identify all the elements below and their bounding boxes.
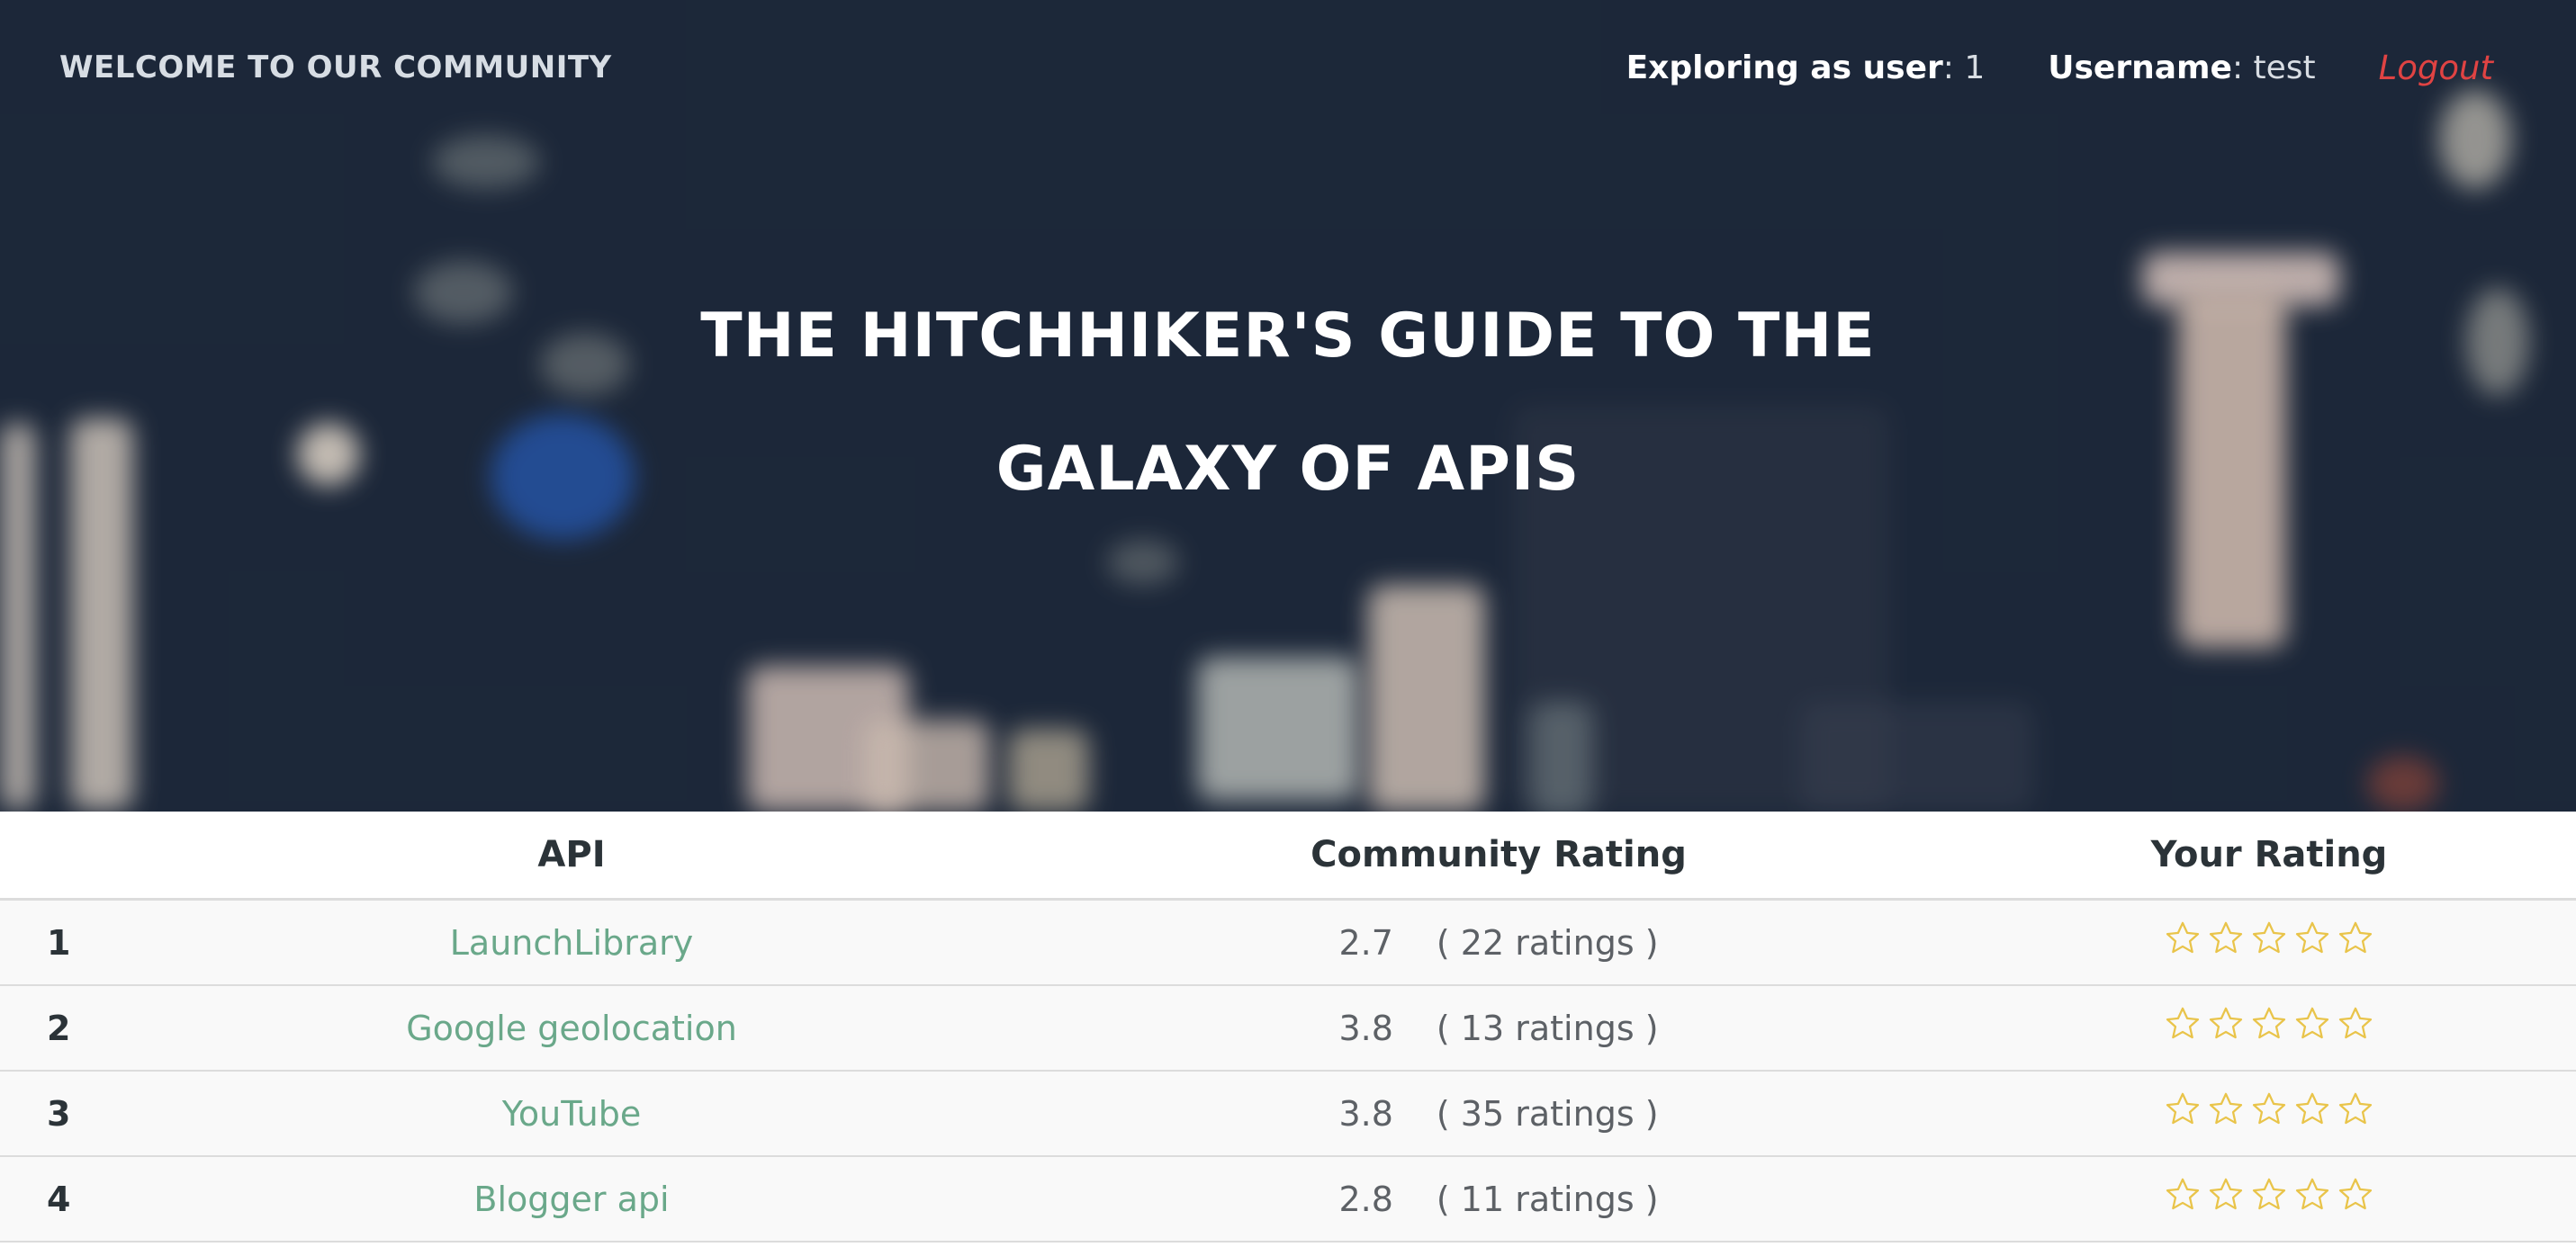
star-icon[interactable] <box>2250 1005 2288 1043</box>
row-number: 3 <box>0 1071 108 1157</box>
column-header-api: API <box>108 812 1035 901</box>
star-icon[interactable] <box>2207 1005 2245 1043</box>
star-icon[interactable] <box>2164 1090 2202 1128</box>
column-header-your-rating: Your Rating <box>1962 812 2576 901</box>
star-icon[interactable] <box>2337 1090 2374 1128</box>
star-icon[interactable] <box>2164 1176 2202 1214</box>
username-value: : test <box>2231 49 2316 86</box>
community-rating-value: 2.8 <box>1338 1179 1393 1219</box>
star-icon[interactable] <box>2293 1005 2331 1043</box>
star-icon[interactable] <box>2207 1090 2245 1128</box>
page-title: THE HITCHHIKER'S GUIDE TO THE GALAXY OF … <box>0 270 2576 536</box>
star-icon[interactable] <box>2250 1090 2288 1128</box>
star-icon[interactable] <box>2293 1176 2331 1214</box>
community-rating-cell: 2.8 ( 11 ratings ) <box>1035 1156 1962 1243</box>
table-header-row: API Community Rating Your Rating <box>0 812 2576 901</box>
community-rating-value: 3.8 <box>1338 1093 1393 1134</box>
rating-count: ( 11 ratings ) <box>1436 1179 1659 1219</box>
table-row: 3 YouTube 3.8 ( 35 ratings ) <box>0 1071 2576 1157</box>
community-rating-value: 2.7 <box>1338 922 1393 963</box>
row-number: 2 <box>0 985 108 1072</box>
api-ratings-table: API Community Rating Your Rating 1 Launch… <box>0 812 2576 1243</box>
api-cell: Google geolocation <box>108 985 1035 1072</box>
table-row: 4 Blogger api 2.8 ( 11 ratings ) <box>0 1156 2576 1243</box>
your-rating-cell <box>1962 899 2576 986</box>
table-row: 1 LaunchLibrary 2.7 ( 22 ratings ) <box>0 899 2576 986</box>
api-link[interactable]: Blogger api <box>473 1180 669 1219</box>
username-display: Username: test <box>2048 49 2315 86</box>
table-row: 2 Google geolocation 3.8 ( 13 ratings ) <box>0 985 2576 1072</box>
your-rating-cell <box>1962 1071 2576 1157</box>
api-cell: Blogger api <box>108 1156 1035 1243</box>
your-rating-cell <box>1962 1156 2576 1243</box>
your-rating-cell <box>1962 985 2576 1072</box>
star-icon[interactable] <box>2337 1005 2374 1043</box>
star-rating-input[interactable] <box>2164 1176 2374 1214</box>
star-rating-input[interactable] <box>2164 920 2374 957</box>
top-navbar: WELCOME TO OUR COMMUNITY Exploring as us… <box>0 0 2576 135</box>
api-link[interactable]: YouTube <box>502 1094 642 1134</box>
star-icon[interactable] <box>2164 920 2202 957</box>
community-rating-cell: 3.8 ( 35 ratings ) <box>1035 1071 1962 1157</box>
rating-count: ( 22 ratings ) <box>1436 922 1659 963</box>
community-rating-value: 3.8 <box>1338 1008 1393 1048</box>
exploring-label: Exploring as user <box>1626 49 1943 86</box>
exploring-as-user: Exploring as user: 1 <box>1626 49 1986 86</box>
star-icon[interactable] <box>2250 1176 2288 1214</box>
exploring-value: : 1 <box>1942 49 1986 86</box>
star-icon[interactable] <box>2293 920 2331 957</box>
community-rating-cell: 2.7 ( 22 ratings ) <box>1035 899 1962 986</box>
brand-title[interactable]: WELCOME TO OUR COMMUNITY <box>59 49 612 85</box>
hero-banner: WELCOME TO OUR COMMUNITY Exploring as us… <box>0 0 2576 812</box>
star-icon[interactable] <box>2207 1176 2245 1214</box>
page-title-line2: GALAXY OF APIS <box>995 434 1581 505</box>
star-icon[interactable] <box>2207 920 2245 957</box>
star-rating-input[interactable] <box>2164 1005 2374 1043</box>
user-meta: Exploring as user: 1 Username: test Logo… <box>1626 49 2517 87</box>
star-icon[interactable] <box>2164 1005 2202 1043</box>
star-icon[interactable] <box>2293 1090 2331 1128</box>
community-rating-cell: 3.8 ( 13 ratings ) <box>1035 985 1962 1072</box>
row-number: 1 <box>0 899 108 986</box>
star-icon[interactable] <box>2337 1176 2374 1214</box>
star-icon[interactable] <box>2337 920 2374 957</box>
username-label: Username <box>2048 49 2232 86</box>
column-header-community-rating: Community Rating <box>1035 812 1962 901</box>
api-link[interactable]: Google geolocation <box>406 1009 737 1048</box>
rating-count: ( 35 ratings ) <box>1436 1093 1659 1134</box>
star-rating-input[interactable] <box>2164 1090 2374 1128</box>
column-header-index <box>0 812 108 901</box>
api-link[interactable]: LaunchLibrary <box>450 923 693 963</box>
api-cell: YouTube <box>108 1071 1035 1157</box>
page-title-line1: THE HITCHHIKER'S GUIDE TO THE <box>700 301 1876 372</box>
logout-link[interactable]: Logout <box>2379 49 2493 87</box>
star-icon[interactable] <box>2250 920 2288 957</box>
rating-count: ( 13 ratings ) <box>1436 1008 1659 1048</box>
row-number: 4 <box>0 1156 108 1243</box>
api-cell: LaunchLibrary <box>108 899 1035 986</box>
